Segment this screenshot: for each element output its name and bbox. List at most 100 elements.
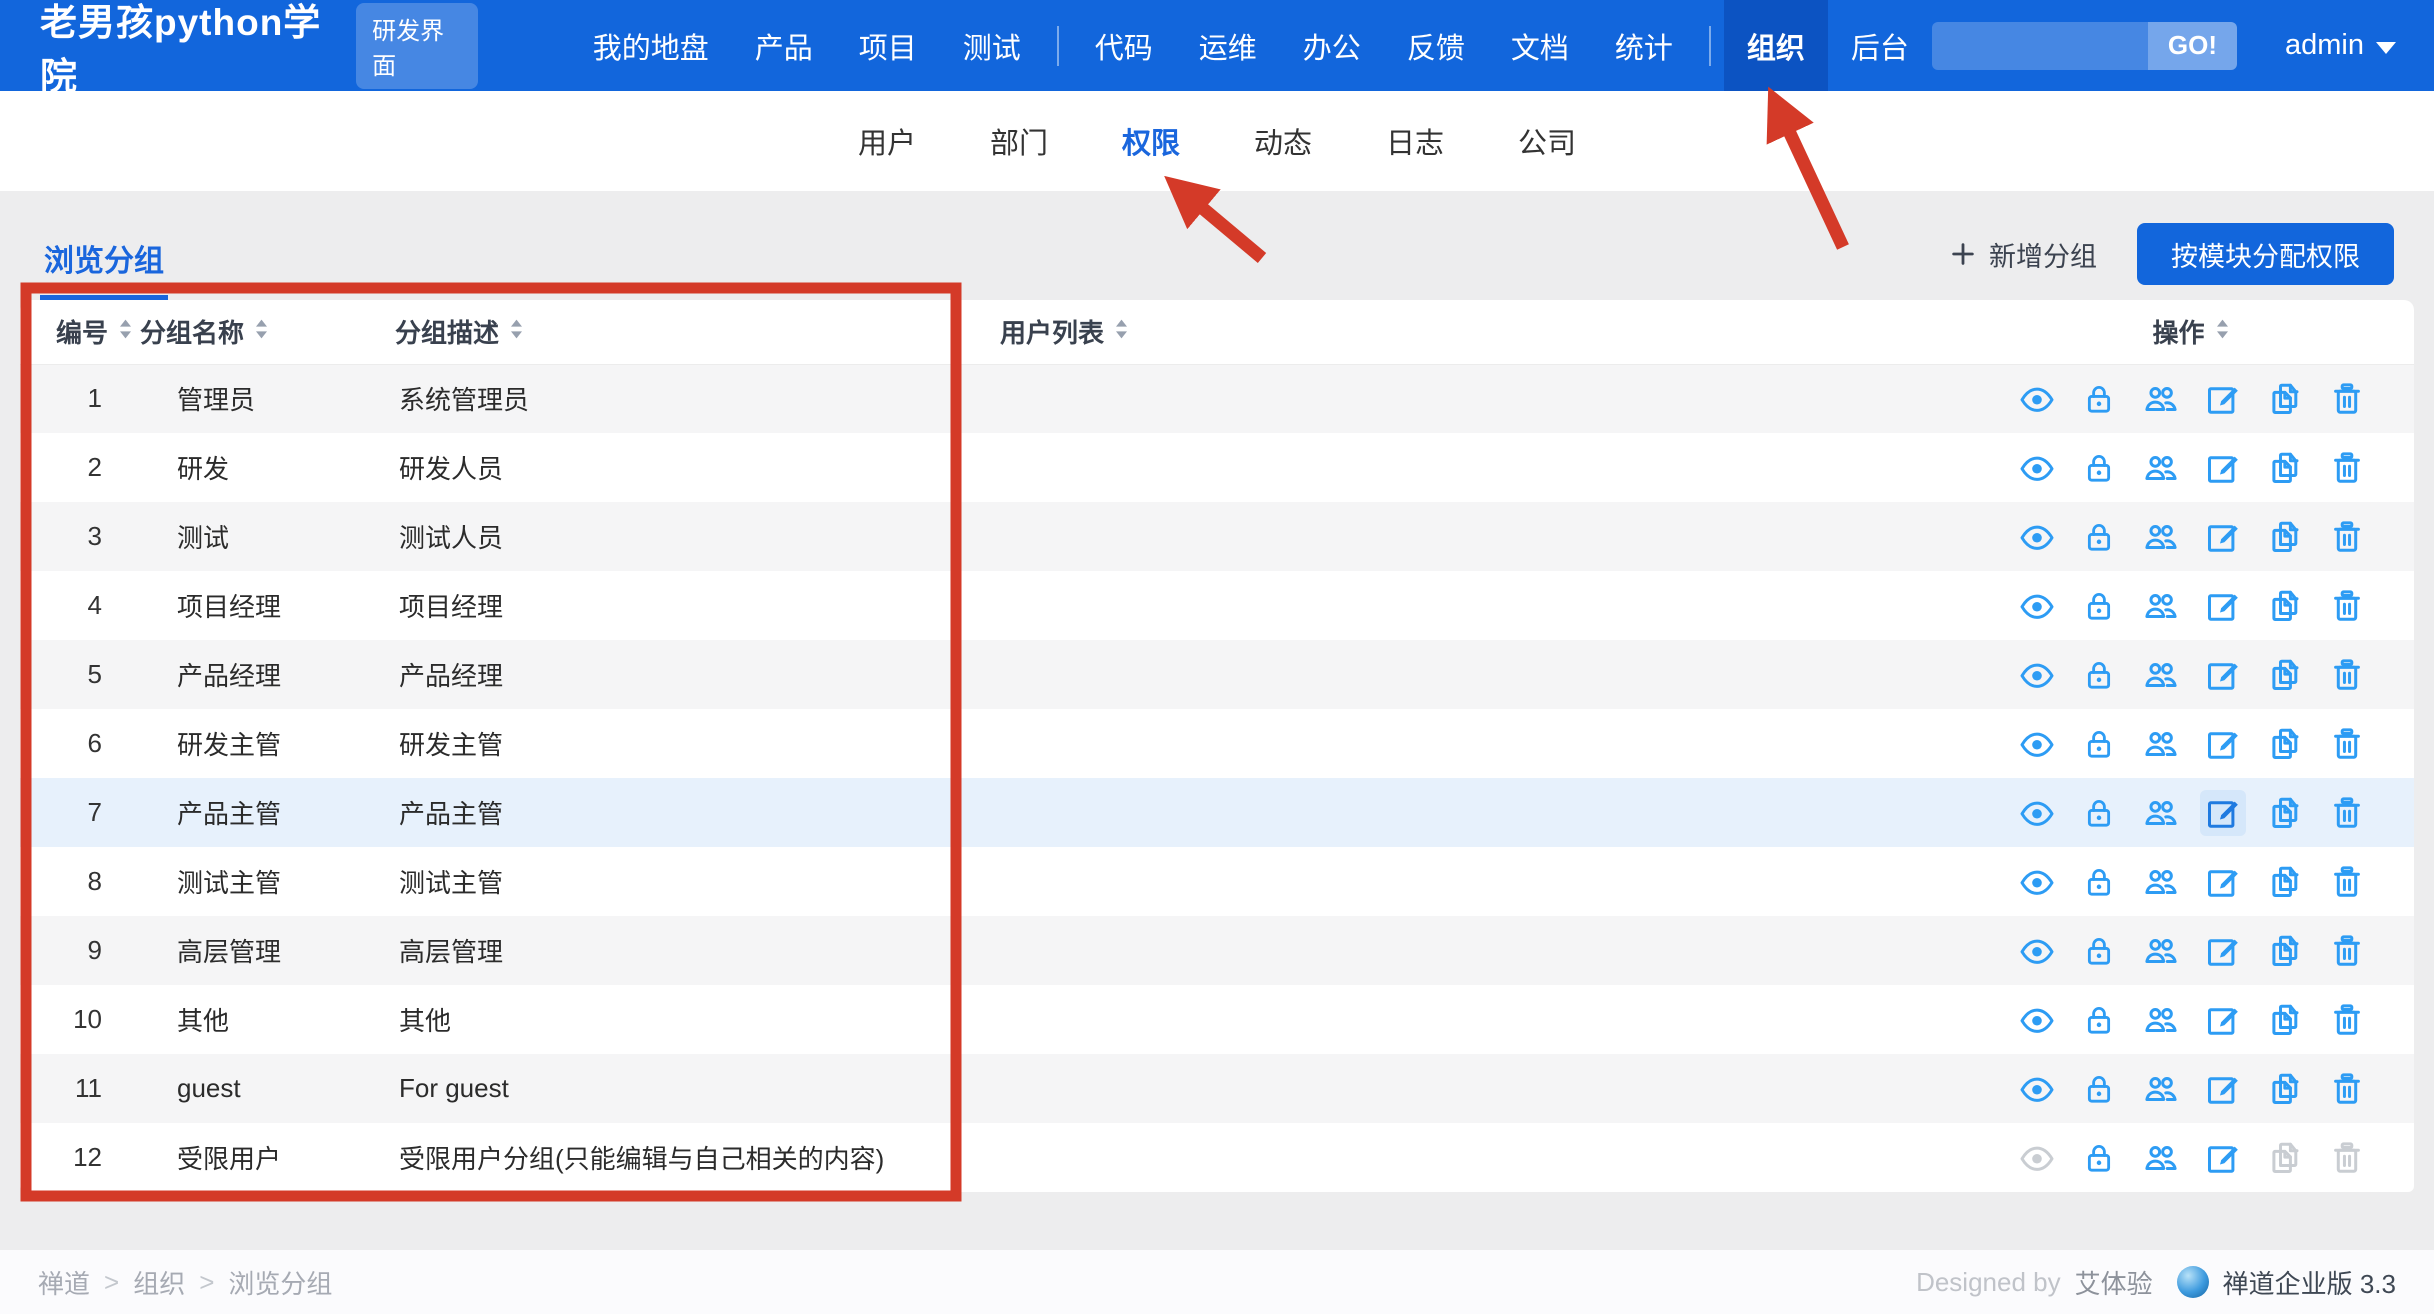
view-action-button[interactable] <box>2014 790 2060 836</box>
trash-action-button[interactable] <box>2324 514 2370 560</box>
trash-action-button[interactable] <box>2324 583 2370 629</box>
table-row[interactable]: 6研发主管研发主管 <box>20 709 2414 778</box>
edit-action-button[interactable] <box>2200 1135 2246 1181</box>
sort-icon[interactable] <box>2213 316 2232 347</box>
app-logo[interactable]: 老男孩python学院 <box>40 0 338 100</box>
edit-action-button[interactable] <box>2200 376 2246 422</box>
view-action-button[interactable] <box>2014 583 2060 629</box>
table-row[interactable]: 11guestFor guest <box>20 1054 2414 1123</box>
lock-action-button[interactable] <box>2076 721 2122 767</box>
trash-action-button[interactable] <box>2324 376 2370 422</box>
table-row[interactable]: 2研发研发人员 <box>20 433 2414 502</box>
nav-item-代码[interactable]: 代码 <box>1072 0 1176 91</box>
nav-item-产品[interactable]: 产品 <box>732 0 836 91</box>
sort-icon[interactable] <box>507 316 526 347</box>
header-users[interactable]: 用户列表 <box>1000 300 1970 364</box>
table-row[interactable]: 9高层管理高层管理 <box>20 916 2414 985</box>
subnav-item-日志[interactable]: 日志 <box>1386 120 1444 162</box>
trash-action-button[interactable] <box>2324 997 2370 1043</box>
lock-action-button[interactable] <box>2076 583 2122 629</box>
copy-action-button[interactable] <box>2262 859 2308 905</box>
copy-action-button[interactable] <box>2262 928 2308 974</box>
edit-action-button[interactable] <box>2200 997 2246 1043</box>
edit-action-button[interactable] <box>2200 928 2246 974</box>
edit-action-button[interactable] <box>2200 445 2246 491</box>
users-action-button[interactable] <box>2138 997 2184 1043</box>
lock-action-button[interactable] <box>2076 1066 2122 1112</box>
header-name[interactable]: 分组名称 <box>140 300 395 364</box>
subnav-item-公司[interactable]: 公司 <box>1518 120 1576 162</box>
sort-icon[interactable] <box>1112 316 1131 347</box>
subnav-item-动态[interactable]: 动态 <box>1254 120 1312 162</box>
users-action-button[interactable] <box>2138 1066 2184 1112</box>
view-action-button[interactable] <box>2014 1066 2060 1112</box>
table-row[interactable]: 4项目经理项目经理 <box>20 571 2414 640</box>
search-input[interactable] <box>1932 22 2148 70</box>
copy-action-button[interactable] <box>2262 376 2308 422</box>
sort-icon[interactable] <box>252 316 271 347</box>
trash-action-button[interactable] <box>2324 652 2370 698</box>
trash-action-button[interactable] <box>2324 928 2370 974</box>
table-row[interactable]: 8测试主管测试主管 <box>20 847 2414 916</box>
copy-action-button[interactable] <box>2262 445 2308 491</box>
header-id[interactable]: 编号 <box>20 300 140 364</box>
lock-action-button[interactable] <box>2076 1135 2122 1181</box>
table-row[interactable]: 5产品经理产品经理 <box>20 640 2414 709</box>
add-group-button[interactable]: 新增分组 <box>1949 235 2097 274</box>
table-row[interactable]: 10其他其他 <box>20 985 2414 1054</box>
nav-item-项目[interactable]: 项目 <box>836 0 940 91</box>
table-row[interactable]: 7产品主管产品主管 <box>20 778 2414 847</box>
header-actions[interactable]: 操作 <box>1970 300 2414 364</box>
subnav-item-用户[interactable]: 用户 <box>858 120 916 162</box>
nav-item-反馈[interactable]: 反馈 <box>1384 0 1488 91</box>
trash-action-button[interactable] <box>2324 790 2370 836</box>
breadcrumb-item-禅道[interactable]: 禅道 <box>38 1264 90 1301</box>
copy-action-button[interactable] <box>2262 583 2308 629</box>
users-action-button[interactable] <box>2138 376 2184 422</box>
users-action-button[interactable] <box>2138 583 2184 629</box>
copy-action-button[interactable] <box>2262 652 2308 698</box>
nav-item-我的地盘[interactable]: 我的地盘 <box>570 0 732 91</box>
trash-action-button[interactable] <box>2324 721 2370 767</box>
view-action-button[interactable] <box>2014 721 2060 767</box>
copy-action-button[interactable] <box>2262 514 2308 560</box>
breadcrumb-item-组织[interactable]: 组织 <box>133 1264 185 1301</box>
nav-item-办公[interactable]: 办公 <box>1280 0 1384 91</box>
copy-action-button[interactable] <box>2262 790 2308 836</box>
users-action-button[interactable] <box>2138 721 2184 767</box>
header-desc[interactable]: 分组描述 <box>395 300 1000 364</box>
user-menu[interactable]: admin <box>2285 29 2396 62</box>
users-action-button[interactable] <box>2138 445 2184 491</box>
nav-item-组织[interactable]: 组织 <box>1724 0 1828 91</box>
view-action-button[interactable] <box>2014 928 2060 974</box>
copy-action-button[interactable] <box>2262 997 2308 1043</box>
copy-action-button[interactable] <box>2262 721 2308 767</box>
lock-action-button[interactable] <box>2076 376 2122 422</box>
nav-item-测试[interactable]: 测试 <box>940 0 1044 91</box>
nav-item-统计[interactable]: 统计 <box>1592 0 1696 91</box>
nav-item-后台[interactable]: 后台 <box>1828 0 1932 91</box>
trash-action-button[interactable] <box>2324 1066 2370 1112</box>
trash-action-button[interactable] <box>2324 859 2370 905</box>
view-action-button[interactable] <box>2014 445 2060 491</box>
nav-item-文档[interactable]: 文档 <box>1488 0 1592 91</box>
users-action-button[interactable] <box>2138 514 2184 560</box>
table-row[interactable]: 1管理员系统管理员 <box>20 364 2414 433</box>
search-go-button[interactable]: GO! <box>2148 22 2237 70</box>
lock-action-button[interactable] <box>2076 928 2122 974</box>
lock-action-button[interactable] <box>2076 445 2122 491</box>
subnav-item-部门[interactable]: 部门 <box>990 120 1048 162</box>
product-version[interactable]: 禅道企业版 3.3 <box>2223 1264 2396 1301</box>
edit-action-button[interactable] <box>2200 790 2246 836</box>
breadcrumb-item-浏览分组[interactable]: 浏览分组 <box>228 1264 332 1301</box>
lock-action-button[interactable] <box>2076 514 2122 560</box>
lock-action-button[interactable] <box>2076 997 2122 1043</box>
edit-action-button[interactable] <box>2200 721 2246 767</box>
sort-icon[interactable] <box>116 316 135 347</box>
edit-action-button[interactable] <box>2200 652 2246 698</box>
trash-action-button[interactable] <box>2324 445 2370 491</box>
lock-action-button[interactable] <box>2076 652 2122 698</box>
lock-action-button[interactable] <box>2076 790 2122 836</box>
table-row[interactable]: 12受限用户受限用户分组(只能编辑与自己相关的内容) <box>20 1123 2414 1192</box>
users-action-button[interactable] <box>2138 652 2184 698</box>
